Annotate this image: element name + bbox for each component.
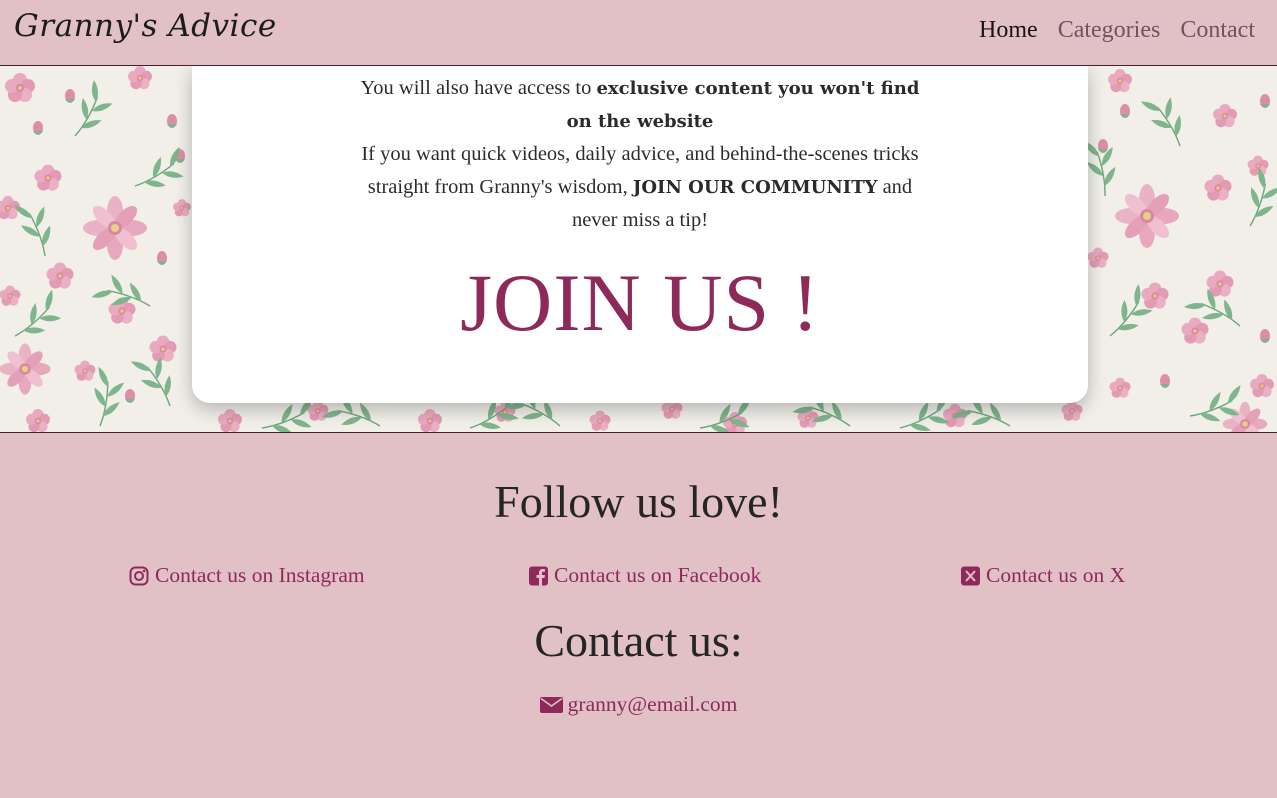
instagram-link[interactable]: Contact us on Instagram (129, 563, 365, 588)
contact-title: Contact us: (534, 615, 743, 666)
x-icon (961, 566, 980, 585)
card-line2-bold: JOIN OUR COMMUNITY (632, 177, 878, 198)
hero-section: You will also have access to exclusive c… (0, 66, 1277, 433)
facebook-icon (529, 566, 548, 585)
x-link[interactable]: Contact us on X (961, 563, 1125, 588)
follow-title: Follow us love! (494, 476, 783, 527)
card-line1-prefix: You will also have access to (360, 77, 597, 99)
nav-links: Home Categories Contact (979, 17, 1255, 44)
join-card: You will also have access to exclusive c… (192, 66, 1088, 403)
nav-link-home[interactable]: Home (979, 17, 1038, 44)
x-label: Contact us on X (986, 563, 1126, 587)
card-line1-bold: exclusive content you won't find on the … (566, 78, 920, 132)
facebook-label: Contact us on Facebook (554, 563, 762, 587)
brand-logo[interactable]: Granny's Advice (14, 8, 277, 44)
email-address: granny@email.com (567, 692, 738, 716)
nav-link-contact[interactable]: Contact (1180, 17, 1255, 44)
facebook-link[interactable]: Contact us on Facebook (529, 563, 761, 588)
instagram-icon (129, 566, 149, 585)
envelope-icon (539, 696, 563, 713)
join-us-link[interactable]: JOIN US ! (192, 258, 1088, 348)
navbar: Granny's Advice Home Categories Contact (0, 0, 1277, 66)
card-text: You will also have access to exclusive c… (352, 72, 928, 237)
email-link[interactable]: granny@email.com (0, 692, 1277, 717)
instagram-label: Contact us on Instagram (155, 563, 365, 587)
nav-link-categories[interactable]: Categories (1058, 17, 1161, 44)
